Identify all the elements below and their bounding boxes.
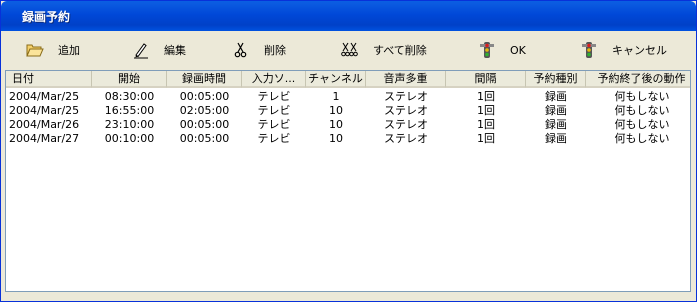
add-button[interactable]: 追加 [26,35,80,65]
ok-label: OK [510,43,526,57]
cell-audio: ステレオ [384,90,428,103]
title-bar[interactable]: 録画予約 [1,1,696,31]
cell-interval: 1回 [477,104,495,117]
column-header-channel[interactable]: チャンネル [306,71,366,88]
delete-button[interactable]: 削除 [232,35,286,65]
cell-type: 録画 [545,104,567,117]
cell-audio: ステレオ [384,118,428,131]
table-row[interactable]: 2004/Mar/26 23:10:00 00:05:00 テレビ 10 ステレオ 1回 録画… [6,118,690,132]
cell-duration: 00:05:00 [179,132,230,145]
pencil-icon [132,41,150,59]
cell-after-action: 何もしない [614,118,670,131]
cell-date: 2004/Mar/27 [9,132,80,145]
cell-input-source: テレビ [257,90,291,103]
edit-label: 編集 [164,44,186,57]
cell-date: 2004/Mar/26 [9,118,80,131]
cell-type: 録画 [545,132,567,145]
table-body: 2004/Mar/25 08:30:00 00:05:00 テレビ 1 ステレオ 1回 録画何… [6,90,690,146]
scissors-double-icon [341,41,359,59]
window-title: 録画予約 [22,10,71,24]
schedule-list[interactable]: 日付 開始 録画時間 入力ソ... チャンネル 音声多重 間隔 予約種別 予約終了後の動作 20… [5,70,691,292]
cell-start: 08:30:00 [104,90,155,103]
cell-interval: 1回 [477,90,495,103]
column-header-duration[interactable]: 録画時間 [167,71,242,88]
delete-all-label: すべて削除 [373,44,427,57]
cell-type: 録画 [545,90,567,103]
delete-all-button[interactable]: すべて削除 [341,35,427,65]
cell-channel: 10 [329,104,343,117]
cell-start: 16:55:00 [104,104,155,117]
cell-channel: 10 [329,132,343,145]
cell-duration: 02:05:00 [179,104,230,117]
cell-interval: 1回 [477,118,495,131]
column-header-input-source[interactable]: 入力ソ... [242,71,306,88]
ok-button[interactable]: OK [478,35,526,65]
column-header-audio[interactable]: 音声多重 [366,71,446,88]
traffic-light-icon [478,41,496,59]
edit-button[interactable]: 編集 [132,35,186,65]
column-header-type[interactable]: 予約種別 [526,71,586,88]
cell-start: 23:10:00 [104,118,155,131]
table-row[interactable]: 2004/Mar/27 00:10:00 00:05:00 テレビ 10 ステレオ 1回 録画… [6,132,690,146]
cell-duration: 00:05:00 [179,118,230,131]
cell-duration: 00:05:00 [179,90,230,103]
cell-interval: 1回 [477,132,495,145]
toolbar: 追加 編集 削除 すべて削除 OK キャンセル [4,35,693,69]
add-label: 追加 [58,44,80,57]
cell-channel: 1 [332,90,340,103]
column-header-date[interactable]: 日付 [6,71,92,88]
column-header-start[interactable]: 開始 [92,71,167,88]
cell-audio: ステレオ [384,132,428,145]
column-header-interval[interactable]: 間隔 [446,71,526,88]
cancel-button[interactable]: キャンセル [580,35,667,65]
delete-label: 削除 [264,44,286,57]
cell-date: 2004/Mar/25 [9,104,80,117]
table-row[interactable]: 2004/Mar/25 08:30:00 00:05:00 テレビ 1 ステレオ 1回 録画 何… [6,90,690,104]
cell-after-action: 何もしない [614,132,670,145]
cell-channel: 10 [329,118,343,131]
cell-start: 00:10:00 [104,132,155,145]
table-header: 日付 開始 録画時間 入力ソ... チャンネル 音声多重 間隔 予約種別 予約終了後の動作 [6,71,690,88]
cell-input-source: テレビ [257,104,291,117]
cell-date: 2004/Mar/25 [9,90,80,103]
cell-input-source: テレビ [257,118,291,131]
cell-after-action: 何もしない [614,104,670,117]
cell-audio: ステレオ [384,104,428,117]
cell-type: 録画 [545,118,567,131]
traffic-light-icon [580,41,598,59]
cell-input-source: テレビ [257,132,291,145]
table-row[interactable]: 2004/Mar/25 16:55:00 02:05:00 テレビ 10 ステレオ 1回 録画… [6,104,690,118]
scissors-icon [232,41,250,59]
cell-after-action: 何もしない [614,90,670,103]
column-header-after-action[interactable]: 予約終了後の動作 [586,71,690,88]
recording-schedule-window: 録画予約 追加 編集 削除 すべて削除 OK キャンセル 日付 開始 録画時間 … [0,0,697,302]
cancel-label: キャンセル [612,44,667,57]
folder-open-icon [26,41,44,59]
